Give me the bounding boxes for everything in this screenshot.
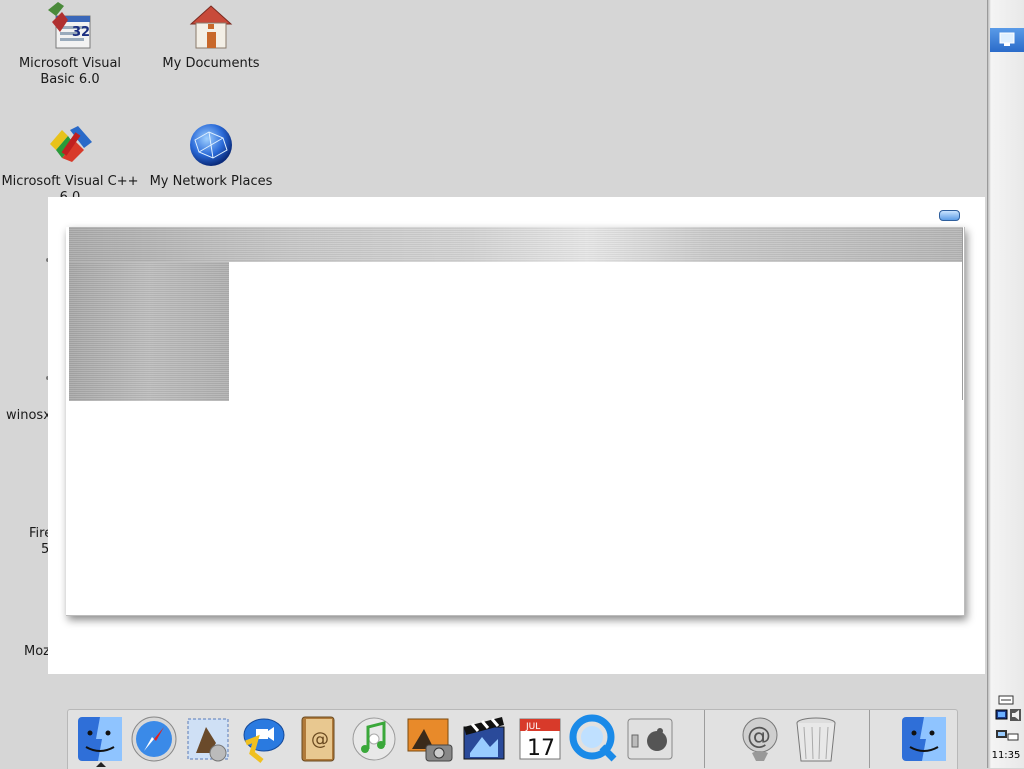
clock[interactable]: 11:35	[989, 750, 1023, 761]
running-indicator	[96, 762, 106, 767]
brushed-metal-sidebar	[69, 262, 229, 401]
system-preferences-icon[interactable]	[624, 713, 676, 765]
keyboard-icon[interactable]	[998, 695, 1014, 705]
svg-text:@: @	[311, 729, 329, 750]
dock-separator	[704, 710, 705, 768]
volume-icon[interactable]	[1010, 709, 1021, 721]
desktop-icon-my-documents[interactable]: My Documents	[141, 2, 281, 72]
my-documents-label: My Documents	[162, 56, 260, 71]
finder-icon[interactable]	[74, 713, 126, 765]
home-folder-icon	[187, 2, 235, 52]
start-button[interactable]	[990, 28, 1024, 52]
finder-window-icon[interactable]	[898, 713, 950, 765]
svg-text:17: 17	[527, 736, 555, 761]
trash-icon[interactable]	[790, 713, 842, 765]
vb6-label: Microsoft Visual Basic 6.0	[18, 56, 122, 87]
brushed-metal-toolbar	[69, 227, 963, 262]
desktop-icon-vc6[interactable]: Microsoft Visual C++ 6.0	[0, 120, 140, 206]
taskbar	[987, 0, 1024, 768]
svg-text:@: @	[747, 722, 771, 750]
visual-cpp-icon	[46, 120, 94, 170]
quicktime-icon[interactable]	[568, 713, 620, 765]
address-book-icon[interactable]: @	[292, 713, 344, 765]
desktop-icon-network-places[interactable]: My Network Places	[141, 120, 281, 190]
computer-icon	[999, 32, 1015, 46]
mail-at-icon[interactable]: @	[734, 713, 786, 765]
dock-separator	[869, 710, 870, 768]
ical-icon[interactable]: JUL 17	[514, 713, 566, 765]
svg-text:32: 32	[72, 25, 90, 40]
globe-icon	[187, 120, 235, 170]
itunes-icon[interactable]	[348, 713, 400, 765]
partial-label-mozilla: Moz	[24, 644, 50, 659]
svg-text:JUL: JUL	[525, 722, 540, 732]
mail-icon[interactable]	[182, 713, 234, 765]
imovie-icon[interactable]	[458, 713, 510, 765]
iphoto-icon[interactable]	[404, 713, 456, 765]
ichat-icon[interactable]	[236, 713, 288, 765]
minimize-button[interactable]	[939, 210, 960, 221]
partial-label-winosx: winosx	[6, 408, 51, 423]
network-places-label: My Network Places	[149, 174, 273, 189]
desktop-icon-vb6[interactable]: 32 Microsoft Visual Basic 6.0	[0, 2, 140, 88]
network-tray-icon[interactable]	[995, 709, 1008, 720]
visual-basic-icon: 32	[46, 2, 94, 52]
window-divider	[962, 228, 963, 400]
display-tray-icon[interactable]	[996, 730, 1019, 741]
safari-icon[interactable]	[128, 713, 180, 765]
